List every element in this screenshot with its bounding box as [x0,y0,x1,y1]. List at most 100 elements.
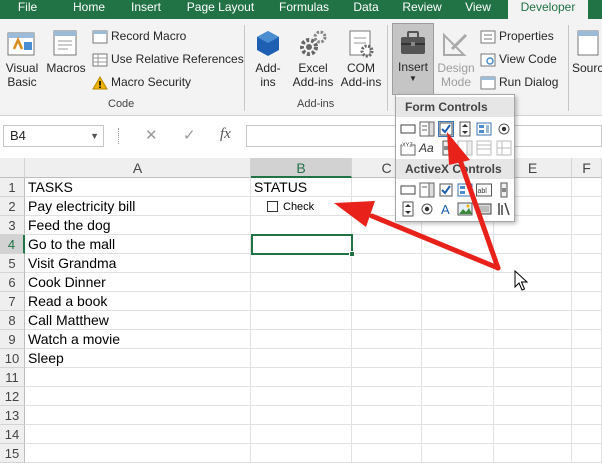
cell-a10[interactable]: Sleep [25,349,251,368]
cell-b15[interactable] [251,444,352,463]
cell-e7[interactable] [494,292,572,311]
activex-label-icon[interactable]: A [438,201,454,217]
cell-b13[interactable] [251,406,352,425]
activex-option-button-icon[interactable] [419,201,435,217]
form-scroll-bar-icon[interactable] [438,140,454,156]
row-header-12[interactable]: 12 [0,387,25,406]
form-button-icon[interactable] [400,121,416,137]
design-mode-button[interactable]: Design Mode [436,27,476,89]
column-header-f[interactable]: F [572,158,602,178]
visual-basic-button[interactable]: Visual Basic [2,27,42,89]
tab-file[interactable]: File [0,0,55,19]
com-addins-button[interactable]: COM Add-ins [338,27,384,89]
cell-d4[interactable] [422,235,494,254]
tab-insert[interactable]: Insert [122,0,170,19]
cell-d15[interactable] [422,444,494,463]
activex-more-controls-icon[interactable] [496,201,512,217]
cell-e4[interactable] [494,235,572,254]
form-option-button-icon[interactable] [496,121,512,137]
cell-f6[interactable] [572,273,602,292]
activex-command-button-icon[interactable] [400,182,416,198]
row-header-2[interactable]: 2 [0,197,25,216]
cell-a9[interactable]: Watch a movie [25,330,251,349]
row-header-5[interactable]: 5 [0,254,25,273]
cell-c10[interactable] [352,349,422,368]
cell-a3[interactable]: Feed the dog [25,216,251,235]
cell-f2[interactable] [572,197,602,216]
active-cell-b4[interactable] [251,234,355,257]
select-all-corner[interactable] [0,158,25,178]
cell-f11[interactable] [572,368,602,387]
run-dialog-button[interactable]: Run Dialog [480,73,558,91]
cell-e9[interactable] [494,330,572,349]
cell-a12[interactable] [25,387,251,406]
cell-a13[interactable] [25,406,251,425]
excel-addins-button[interactable]: Excel Add-ins [290,27,336,89]
cell-f13[interactable] [572,406,602,425]
cell-f10[interactable] [572,349,602,368]
cell-f7[interactable] [572,292,602,311]
cell-a11[interactable] [25,368,251,387]
cell-e14[interactable] [494,425,572,444]
activex-image-icon[interactable] [457,201,473,217]
cell-f4[interactable] [572,235,602,254]
form-list-edit-icon[interactable] [476,140,492,156]
column-header-b[interactable]: B [251,158,352,178]
enter-icon[interactable]: ✓ [183,126,196,144]
cell-e11[interactable] [494,368,572,387]
cell-b5[interactable] [251,254,352,273]
properties-button[interactable]: Properties [480,27,554,45]
cell-f1[interactable] [572,178,602,197]
activex-checkbox-icon[interactable] [438,182,454,198]
column-header-a[interactable]: A [25,158,251,178]
row-header-1[interactable]: 1 [0,178,25,197]
cell-d9[interactable] [422,330,494,349]
form-combo-list-edit-icon[interactable] [457,140,473,156]
form-checkbox-icon[interactable] [438,121,454,137]
cell-e12[interactable] [494,387,572,406]
cell-b3[interactable] [251,216,352,235]
tab-view[interactable]: View [460,0,496,19]
addins-button[interactable]: Add-ins [250,27,286,89]
tab-review[interactable]: Review [398,0,446,19]
cell-c8[interactable] [352,311,422,330]
cell-f14[interactable] [572,425,602,444]
use-relative-references-button[interactable]: Use Relative References [92,50,244,68]
tab-page-layout[interactable]: Page Layout [183,0,258,19]
cell-e6[interactable] [494,273,572,292]
row-header-11[interactable]: 11 [0,368,25,387]
tab-formulas[interactable]: Formulas [275,0,333,19]
cell-f12[interactable] [572,387,602,406]
cell-a2[interactable]: Pay electricity bill [25,197,251,216]
status-checkbox[interactable]: Check [267,201,314,214]
cell-a5[interactable]: Visit Grandma [25,254,251,273]
row-header-14[interactable]: 14 [0,425,25,444]
cell-a15[interactable] [25,444,251,463]
cell-b6[interactable] [251,273,352,292]
cell-a8[interactable]: Call Matthew [25,311,251,330]
cell-c13[interactable] [352,406,422,425]
form-combo-dropdown-edit-icon[interactable] [496,140,512,156]
activex-toggle-button-icon[interactable] [476,201,492,217]
cell-c12[interactable] [352,387,422,406]
cell-f3[interactable] [572,216,602,235]
view-code-button[interactable]: View Code [480,50,557,68]
macros-button[interactable]: Macros [45,27,87,75]
chevron-down-icon[interactable]: ▼ [90,126,99,146]
form-spin-button-icon[interactable] [457,121,473,137]
cell-e13[interactable] [494,406,572,425]
row-header-6[interactable]: 6 [0,273,25,292]
row-header-4[interactable]: 4 [0,235,25,254]
row-header-15[interactable]: 15 [0,444,25,463]
insert-controls-button[interactable]: Insert ▼ [392,23,434,95]
record-macro-button[interactable]: Record Macro [92,27,186,45]
row-header-13[interactable]: 13 [0,406,25,425]
cell-b7[interactable] [251,292,352,311]
cell-a1[interactable]: TASKS [25,178,251,197]
cell-d14[interactable] [422,425,494,444]
checkbox-box[interactable] [267,201,278,212]
cell-e10[interactable] [494,349,572,368]
form-group-box-icon[interactable]: XYZ [400,140,416,156]
row-header-10[interactable]: 10 [0,349,25,368]
cell-a4[interactable]: Go to the mall [25,235,251,254]
